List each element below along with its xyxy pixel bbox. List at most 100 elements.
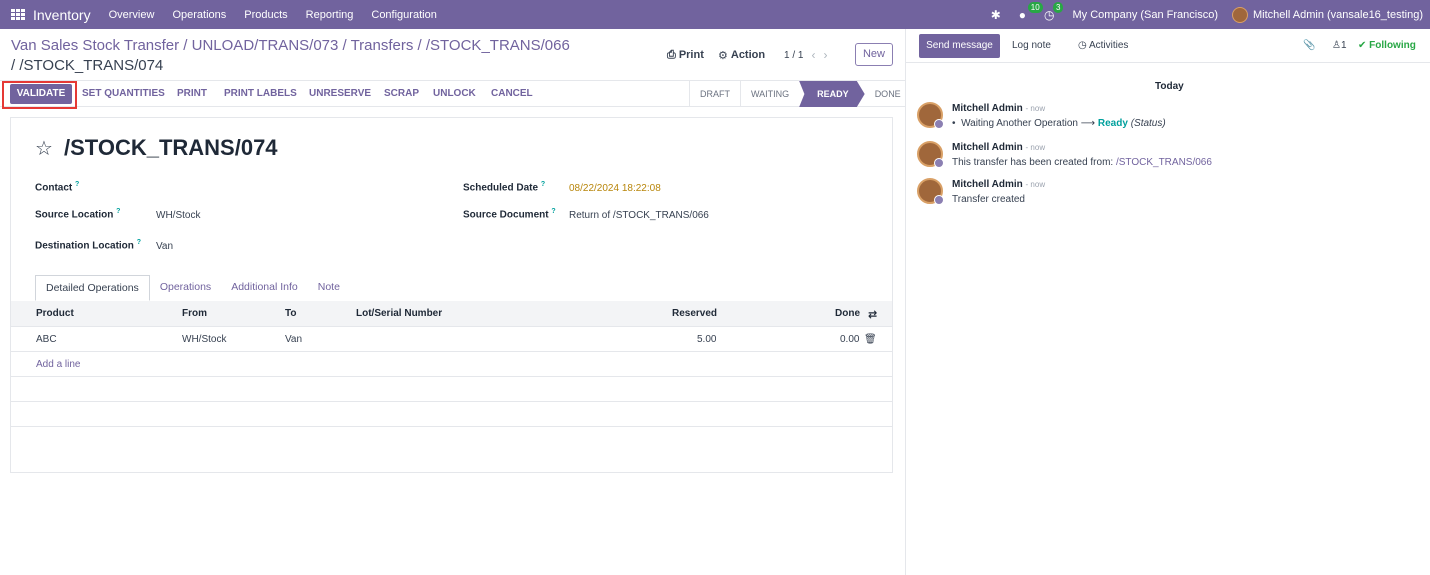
user-menu[interactable]: Mitchell Admin (vansale16_testing)	[1253, 9, 1423, 21]
user-avatar[interactable]	[1232, 6, 1249, 23]
avatar[interactable]	[917, 102, 944, 129]
activities-button[interactable]: ◷ Activities	[1078, 40, 1128, 51]
log-note-button[interactable]: Log note	[1012, 40, 1051, 51]
empty-row	[11, 402, 892, 427]
help-icon: ?	[116, 208, 121, 215]
source-document-field[interactable]: Return of /STOCK_TRANS/066	[569, 210, 709, 221]
pager-value[interactable]: 1 / 1	[784, 50, 803, 61]
tracking-value: • Waiting Another Operation ⟶ Ready (Sta…	[952, 118, 1166, 129]
breadcrumb-current: / /STOCK_TRANS/074	[11, 57, 164, 74]
source-document-label: Source Document ?	[463, 208, 556, 221]
paperclip-icon[interactable]: 📎	[1303, 40, 1315, 51]
menu-configuration[interactable]: Configuration	[371, 9, 436, 21]
clock-icon: ◷	[1078, 40, 1087, 51]
record-title: /STOCK_TRANS/074	[64, 135, 278, 160]
bug-icon[interactable]: ✱	[991, 8, 1001, 22]
col-to[interactable]: To	[285, 308, 296, 319]
message-author[interactable]: Mitchell Admin - now	[952, 103, 1045, 114]
message-author[interactable]: Mitchell Admin - now	[952, 142, 1045, 153]
chevron-left-icon[interactable]: ‹	[811, 48, 815, 62]
tab-note[interactable]: Note	[308, 275, 350, 301]
source-location-field[interactable]: WH/Stock	[156, 210, 200, 221]
chatter-divider	[906, 62, 1430, 63]
tab-additional-info[interactable]: Additional Info	[221, 275, 308, 301]
col-product[interactable]: Product	[36, 308, 74, 319]
cell-to: Van	[285, 334, 303, 345]
print-labels-button[interactable]: PRINT LABELS	[224, 88, 297, 99]
tab-operations[interactable]: Operations	[150, 275, 221, 301]
status-draft[interactable]: DRAFT	[689, 81, 740, 107]
menu-operations[interactable]: Operations	[172, 9, 226, 21]
destination-location-field[interactable]: Van	[156, 241, 173, 252]
top-navbar: Inventory Overview Operations Products R…	[0, 0, 1430, 29]
add-line-link[interactable]: Add a line	[36, 359, 80, 370]
following-button[interactable]: ✔ Following	[1358, 40, 1416, 51]
trash-icon[interactable]: 🗑	[864, 334, 877, 345]
message-author[interactable]: Mitchell Admin - now	[952, 179, 1045, 190]
send-message-button[interactable]: Send message	[919, 34, 1000, 58]
action-label: Action	[730, 49, 766, 61]
table-row[interactable]: ABC WH/Stock Van 5.00 0.00 🗑	[11, 327, 892, 352]
cancel-button[interactable]: CANCEL	[491, 88, 533, 99]
cell-done: 0.00	[840, 334, 860, 345]
new-button[interactable]: New	[855, 43, 893, 66]
status-done[interactable]: DONE	[865, 81, 911, 107]
empty-row	[11, 377, 892, 402]
app-brand[interactable]: Inventory	[33, 7, 91, 23]
col-lot[interactable]: Lot/Serial Number	[356, 308, 442, 319]
cell-product: ABC	[36, 334, 57, 345]
company-switcher[interactable]: My Company (San Francisco)	[1073, 9, 1219, 21]
activities-count-badge: 3	[1053, 1, 1064, 13]
col-from[interactable]: From	[182, 308, 207, 319]
col-done[interactable]: Done	[835, 308, 860, 319]
status-ready[interactable]: READY	[799, 81, 865, 107]
scheduled-date-field[interactable]: 08/22/2024 18:22:08	[569, 183, 661, 194]
help-icon: ?	[136, 239, 141, 246]
printer-icon: ⎙	[667, 48, 676, 61]
help-icon: ?	[551, 208, 556, 215]
avatar[interactable]	[917, 141, 944, 168]
contact-label: Contact ?	[35, 181, 80, 194]
activities-clock-icon[interactable]: ◷ 3	[1044, 1, 1064, 22]
print-label: Print	[678, 49, 704, 61]
chatter-panel: Send message Log note ◷ Activities 📎 ♙1 …	[905, 29, 1430, 575]
validate-button[interactable]: VALIDATE	[10, 84, 72, 104]
optional-columns-icon[interactable]: ⇄	[868, 308, 877, 321]
breadcrumb: Van Sales Stock Transfer / UNLOAD/TRANS/…	[11, 36, 611, 76]
unreserve-button[interactable]: UNRESERVE	[309, 88, 371, 99]
source-location-label: Source Location ?	[35, 208, 121, 221]
scheduled-date-label: Scheduled Date ?	[463, 181, 546, 194]
user-icon: ♙	[1332, 40, 1341, 51]
menu-overview[interactable]: Overview	[109, 9, 155, 21]
table-header: Product From To Lot/Serial Number Reserv…	[11, 301, 892, 327]
source-transfer-link[interactable]: /STOCK_TRANS/066	[1116, 157, 1212, 168]
menu-reporting[interactable]: Reporting	[306, 9, 354, 21]
status-waiting[interactable]: WAITING	[740, 81, 799, 107]
col-reserved[interactable]: Reserved	[672, 308, 717, 319]
unlock-button[interactable]: UNLOCK	[433, 88, 476, 99]
star-icon[interactable]: ☆	[35, 136, 53, 161]
chevron-right-icon[interactable]: ›	[823, 48, 827, 62]
print-button[interactable]: PRINT	[177, 88, 207, 99]
apps-menu-icon[interactable]	[11, 8, 25, 21]
help-icon: ?	[75, 181, 80, 188]
message-body: This transfer has been created from: /ST…	[952, 157, 1212, 168]
messages-count-badge: 10	[1027, 1, 1043, 13]
menu-products[interactable]: Products	[244, 9, 287, 21]
gear-icon: ⚙	[718, 49, 728, 62]
add-line-row: Add a line	[11, 352, 892, 377]
avatar[interactable]	[917, 178, 944, 205]
messages-icon[interactable]: ● 10	[1019, 1, 1043, 22]
breadcrumb-path[interactable]: Van Sales Stock Transfer / UNLOAD/TRANS/…	[11, 37, 570, 54]
tab-detailed-operations[interactable]: Detailed Operations	[35, 275, 150, 301]
date-separator: Today	[1155, 81, 1184, 92]
scrap-button[interactable]: SCRAP	[384, 88, 419, 99]
action-bar: VALIDATE SET QUANTITIES PRINT PRINT LABE…	[0, 81, 905, 107]
action-menu[interactable]: ⚙ Action	[718, 44, 765, 66]
followers-button[interactable]: ♙1	[1332, 40, 1347, 51]
cell-from: WH/Stock	[182, 334, 227, 345]
set-quantities-button[interactable]: SET QUANTITIES	[82, 88, 165, 99]
destination-location-label: Destination Location ?	[35, 239, 141, 252]
print-menu[interactable]: ⎙ Print	[667, 44, 704, 66]
pager: 1 / 1 ‹ ›	[784, 44, 827, 66]
